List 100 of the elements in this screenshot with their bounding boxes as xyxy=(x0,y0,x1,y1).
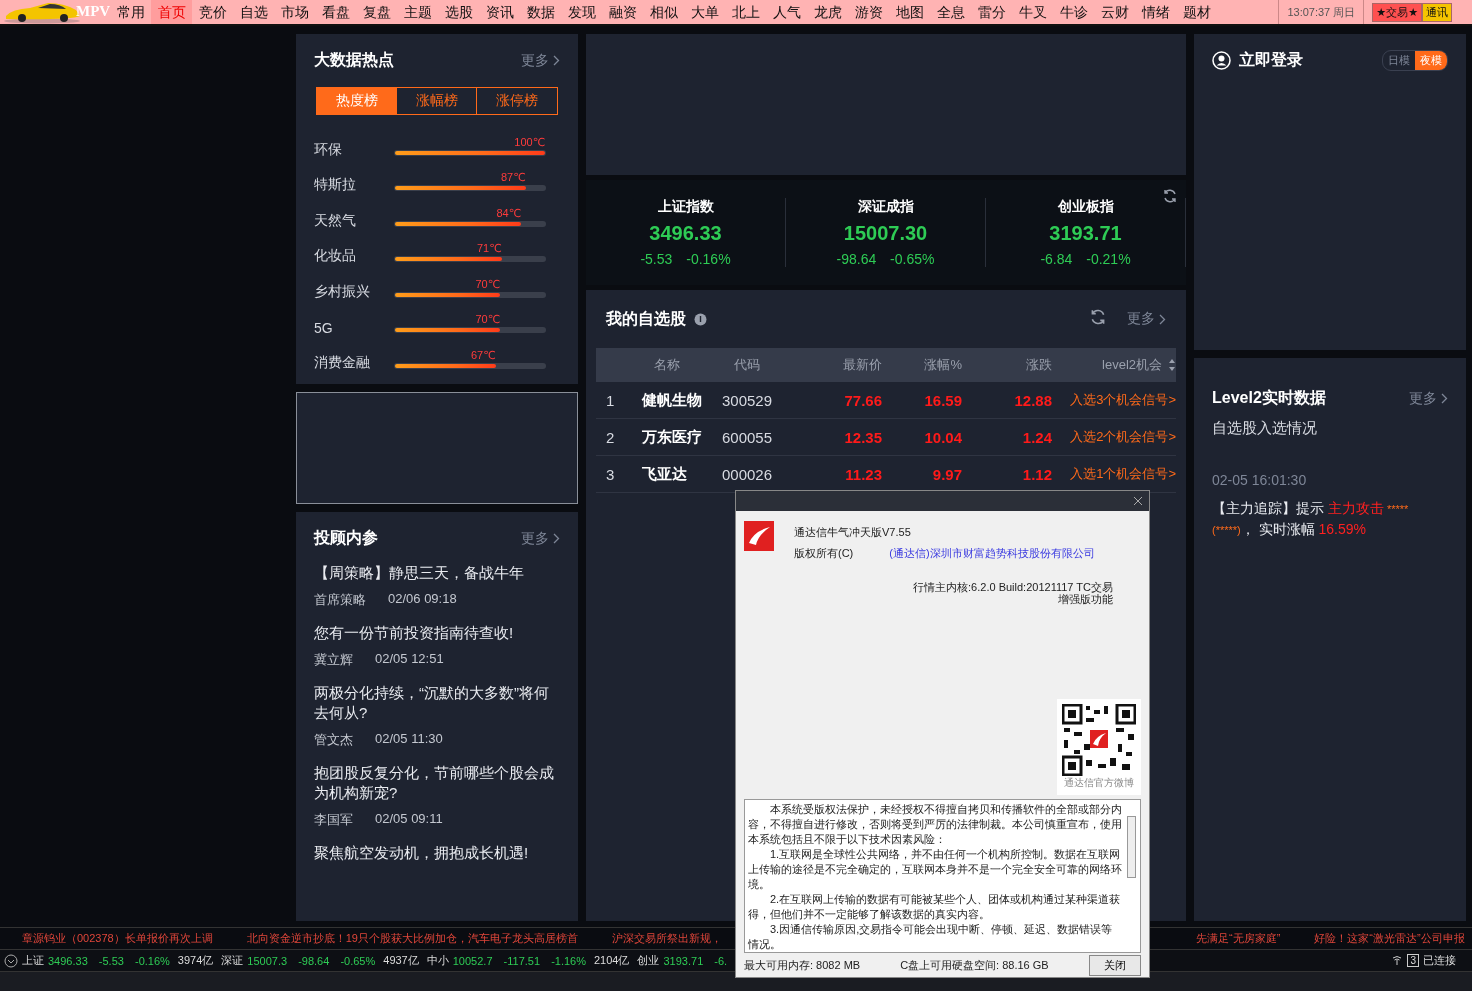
menu-item[interactable]: 数据 xyxy=(520,0,561,24)
menu-item[interactable]: 看盘 xyxy=(315,0,356,24)
menu-item[interactable]: 情绪 xyxy=(1135,0,1176,24)
stock-name[interactable]: 飞亚达 xyxy=(632,464,702,484)
menu-item[interactable]: 市场 xyxy=(274,0,315,24)
more-link[interactable]: 更多 xyxy=(1409,389,1448,408)
menu-item[interactable]: 资讯 xyxy=(479,0,520,24)
menu-item[interactable]: 牛诊 xyxy=(1053,0,1094,24)
news-ticker-item[interactable]: 好险！这家“激光雷达”公司申报 xyxy=(1314,931,1465,946)
stock-price: 77.66 xyxy=(843,391,882,409)
news-ticker-item[interactable]: 先满足“无房家庭” xyxy=(1195,931,1281,946)
menu-item[interactable]: 复盘 xyxy=(356,0,397,24)
menu-item[interactable]: 龙虎 xyxy=(807,0,848,24)
menu-item[interactable]: 云财 xyxy=(1094,0,1135,24)
menu-item[interactable]: 主题 xyxy=(397,0,438,24)
topic-name: 天然气 xyxy=(314,211,357,230)
trade-button[interactable]: ★交易★ xyxy=(1372,2,1422,22)
article-author: 李国军 xyxy=(314,811,353,829)
card-title: 我的自选股 xyxy=(606,308,686,329)
column-header[interactable]: 名称 xyxy=(632,356,702,374)
index-value: 3193.71 xyxy=(1049,222,1122,245)
menu-item[interactable]: 竞价 xyxy=(192,0,233,24)
news-ticker-item[interactable]: 北向资金逆市抄底！19只个股获大比例加仓，汽车电子龙头高居榜首 xyxy=(246,931,578,946)
column-header[interactable]: level2机会 xyxy=(1052,356,1176,374)
topic-name: 5G xyxy=(314,320,334,338)
signal-link[interactable]: 入选2个机会信号> xyxy=(1052,428,1176,446)
heat-reading: 67℃ xyxy=(470,348,496,362)
menu-item[interactable]: 游资 xyxy=(848,0,889,24)
menu-item[interactable]: 常用 xyxy=(110,0,151,24)
column-header[interactable]: 代码 xyxy=(702,356,792,374)
message-button[interactable]: 通讯 xyxy=(1422,2,1452,22)
tab[interactable]: 涨停榜 xyxy=(477,88,557,114)
company-link[interactable]: (通达信)深圳市财富趋势科技股份有限公司 xyxy=(889,546,1095,561)
menu-item[interactable]: 雷分 xyxy=(971,0,1012,24)
refresh-icon[interactable] xyxy=(1162,188,1178,204)
article-title[interactable]: 【周策略】静思三天，备战牛年 xyxy=(314,563,560,583)
more-link[interactable]: 更多 xyxy=(521,51,560,70)
menu-item[interactable]: 题材 xyxy=(1176,0,1217,24)
market-amount: 4937亿 xyxy=(383,953,419,968)
market-quote: 3193.71 -6. xyxy=(663,954,728,967)
card-title: 大数据热点 xyxy=(314,50,394,70)
close-button[interactable]: 关闭 xyxy=(1089,954,1141,976)
menu-item[interactable]: 全息 xyxy=(930,0,971,24)
build-info: 增强版功能 xyxy=(1057,593,1113,605)
heat-reading: 84℃ xyxy=(496,206,521,220)
stock-percent: 16.59 xyxy=(923,391,962,409)
news-ticker-item[interactable]: 章源钨业（002378）长单报价再次上调 xyxy=(22,931,213,946)
topic-name: 特斯拉 xyxy=(314,176,357,194)
index-value: 3496.33 xyxy=(649,222,722,245)
stock-name[interactable]: 万东医疗 xyxy=(632,427,702,447)
stock-price: 11.23 xyxy=(844,465,882,483)
memory-info: 最大可用内存: 8082 MB xyxy=(744,957,861,973)
alert-time: 02-05 16:01:30 xyxy=(1212,472,1308,488)
user-icon[interactable] xyxy=(1212,51,1231,70)
login-link[interactable]: 立即登录 xyxy=(1239,50,1303,71)
menu-item[interactable]: 北上 xyxy=(725,0,766,24)
market-name: 创业 xyxy=(637,953,660,968)
close-icon[interactable] xyxy=(1133,496,1143,506)
menu-item[interactable]: 人气 xyxy=(766,0,807,24)
menu-item[interactable]: 相似 xyxy=(643,0,684,24)
menu-item[interactable]: 融资 xyxy=(602,0,643,24)
qr-caption: 通达信官方微博 xyxy=(1064,776,1134,790)
qr-code-icon xyxy=(1062,704,1136,776)
article-title[interactable]: 您有一份节前投资指南待查收! xyxy=(314,623,560,643)
sort-icon[interactable] xyxy=(1168,358,1176,372)
connection-status: 已连接 xyxy=(1423,953,1456,968)
article-title[interactable]: 聚焦航空发动机，拥抱成长机遇! xyxy=(314,843,560,863)
topic-name: 消费金融 xyxy=(314,353,371,372)
index-name: 深证成指 xyxy=(857,198,914,216)
card-title: Level2实时数据 xyxy=(1212,388,1326,408)
signal-link[interactable]: 入选1个机会信号> xyxy=(1052,465,1176,483)
theme-toggle[interactable]: 日模 夜模 xyxy=(1382,50,1448,71)
license-paragraph: 本系统受版权法保护，未经授权不得擅自拷贝和传播软件的全部或部分内容，不得擅自进行修改，否则将受到严厉的法律制裁。本公司慎重宣布，使用本系统包括且不限于以下技术因素风险： xyxy=(748,802,1122,847)
info-icon[interactable] xyxy=(694,312,707,326)
theme-option[interactable]: 日模 xyxy=(1383,51,1415,70)
news-ticker-item[interactable]: 沪深交易所祭出新规， xyxy=(611,931,722,946)
menu-item[interactable]: 自选 xyxy=(233,0,274,24)
more-link[interactable]: 更多 xyxy=(521,529,560,548)
article-time: 02/05 09:11 xyxy=(375,811,443,828)
scrollbar-thumb[interactable] xyxy=(1127,816,1136,878)
article-title[interactable]: 两极分化持续，“沉默的大多数”将何去何从? xyxy=(314,683,560,723)
refresh-icon[interactable] xyxy=(1089,308,1107,326)
menu-item[interactable]: 地图 xyxy=(889,0,930,24)
column-header[interactable]: 最新价 xyxy=(792,356,882,374)
menu-item[interactable]: 大单 xyxy=(684,0,725,24)
column-header[interactable]: 涨跌 xyxy=(962,356,1052,374)
card-subtitle: 自选股入选情况 xyxy=(1212,419,1318,438)
tab[interactable]: 涨幅榜 xyxy=(397,88,477,114)
chevron-icon xyxy=(553,533,560,544)
chevron-down-icon[interactable] xyxy=(4,953,18,968)
column-header[interactable]: 涨幅% xyxy=(882,356,962,374)
signal-link[interactable]: 入选3个机会信号> xyxy=(1052,391,1176,409)
menu-item[interactable]: 牛叉 xyxy=(1012,0,1053,24)
stock-name[interactable]: 健帆生物 xyxy=(632,390,702,410)
menu-item[interactable]: 选股 xyxy=(438,0,479,24)
more-link[interactable]: 更多 xyxy=(1127,310,1166,328)
article-time: 02/06 09:18 xyxy=(388,591,457,608)
disk-info: C盘上可用硬盘空间: 88.16 GB xyxy=(900,957,1049,973)
article-title[interactable]: 抱团股反复分化，节前哪些个股会成为机构新宠? xyxy=(314,763,560,803)
menu-item[interactable]: 发现 xyxy=(561,0,602,24)
